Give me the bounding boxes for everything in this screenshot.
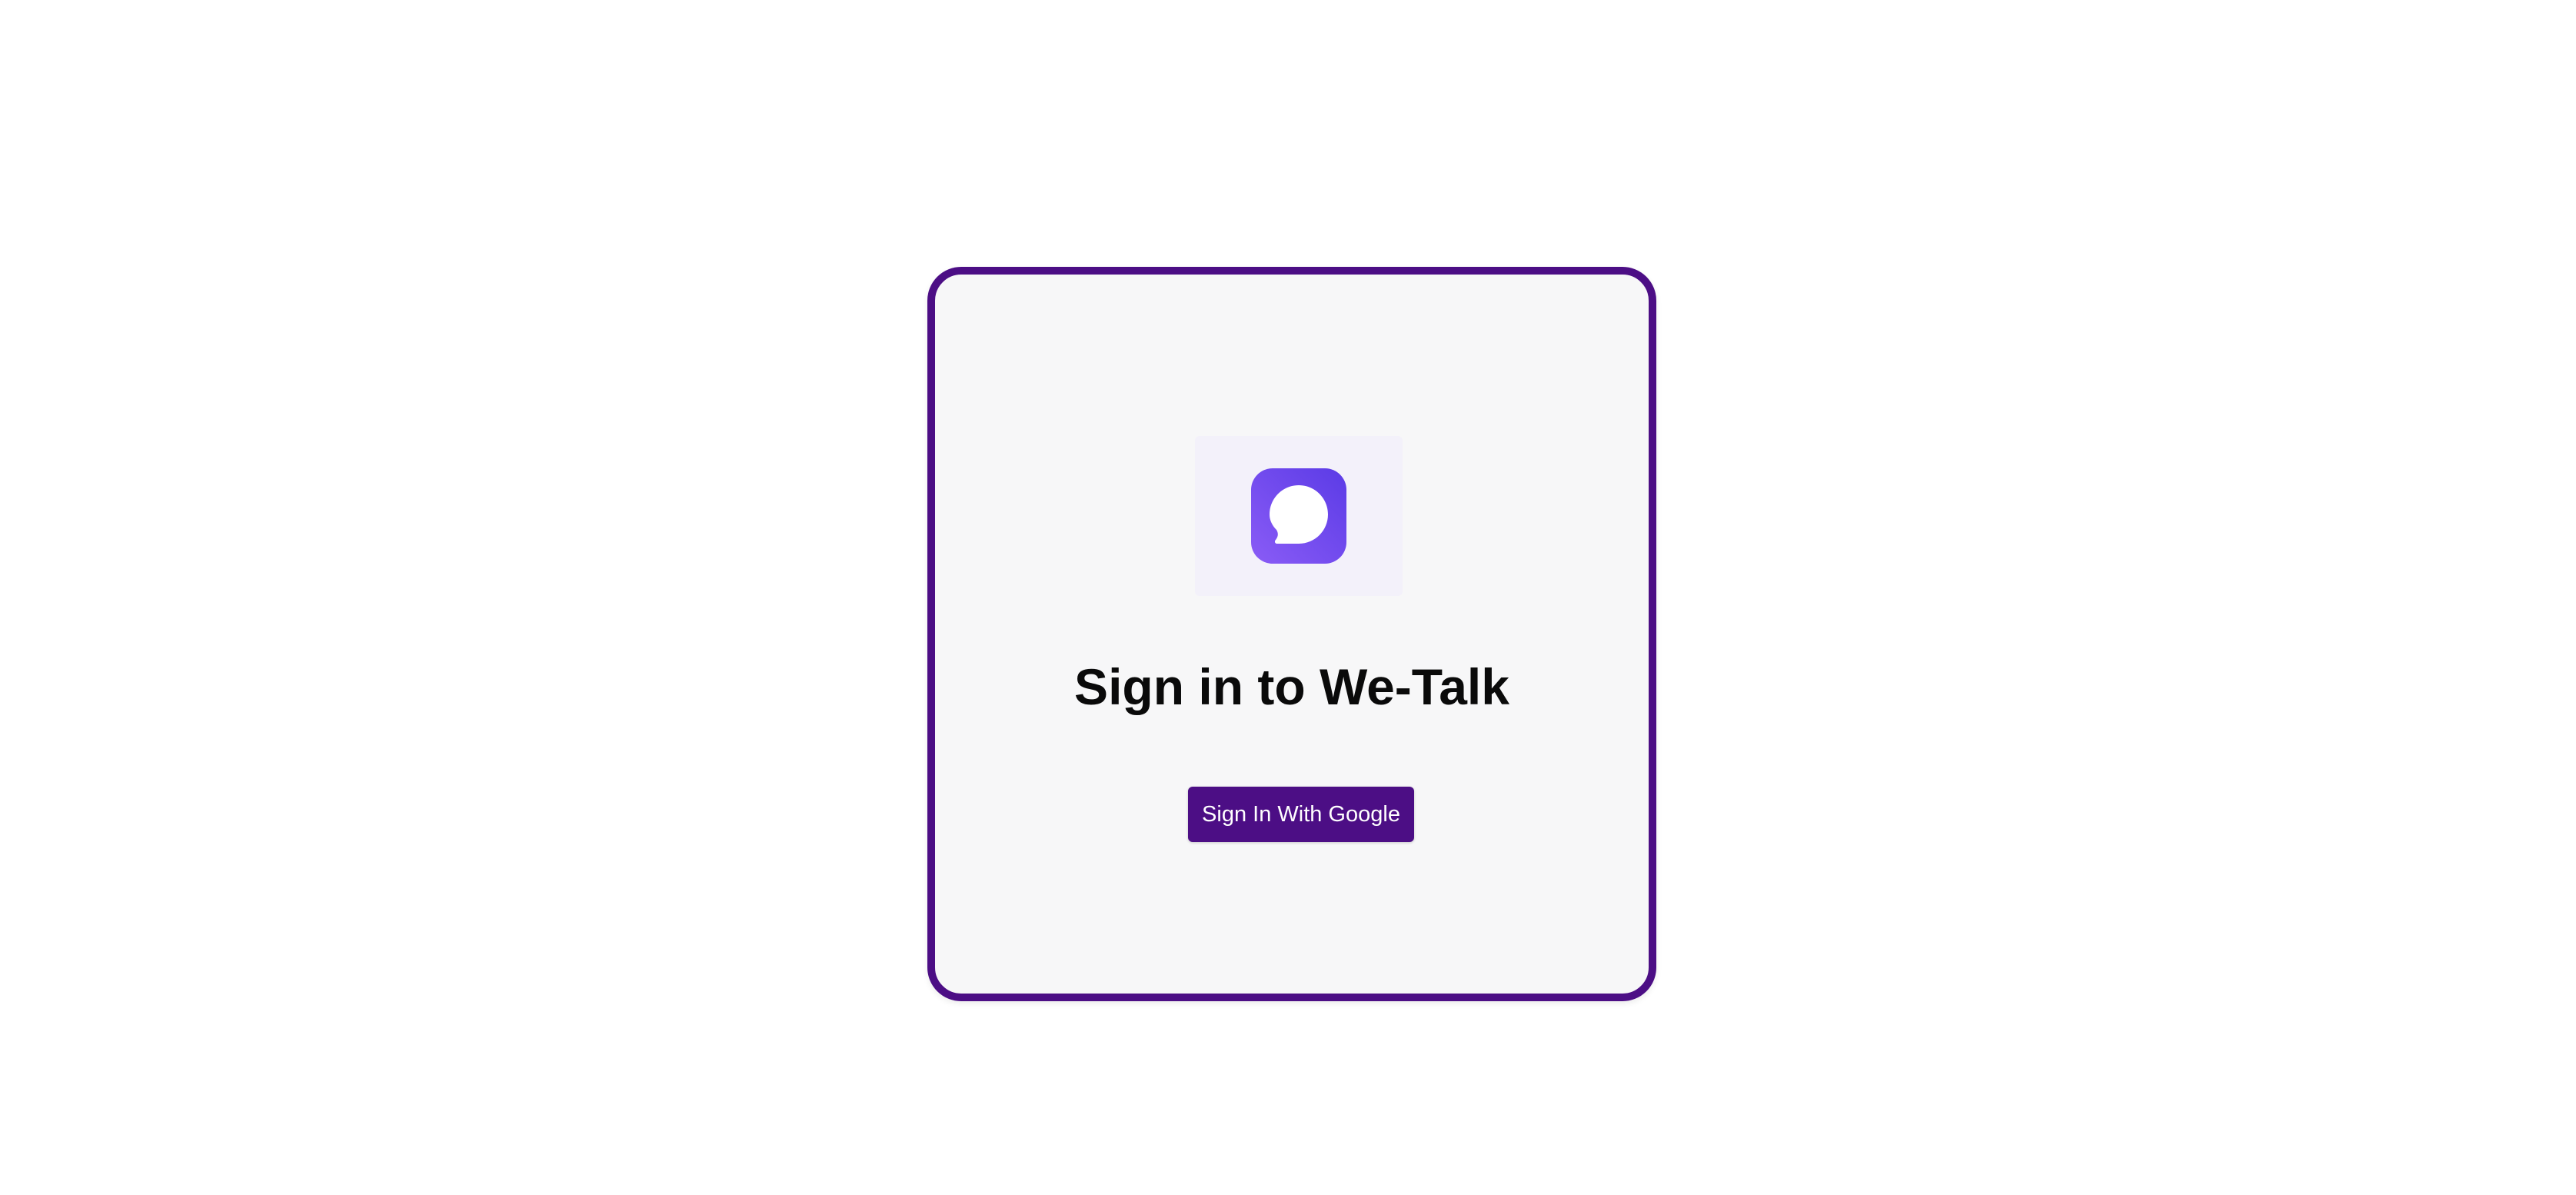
sign-in-with-google-button[interactable]: Sign In With Google — [1188, 787, 1414, 842]
sign-in-card: Sign in to We-Talk Sign In With Google — [927, 267, 1656, 1001]
page-title: Sign in to We-Talk — [1074, 658, 1509, 715]
chat-bubble-icon — [1251, 468, 1346, 564]
page: Sign in to We-Talk Sign In With Google — [0, 0, 2576, 1195]
app-logo — [1195, 436, 1403, 596]
